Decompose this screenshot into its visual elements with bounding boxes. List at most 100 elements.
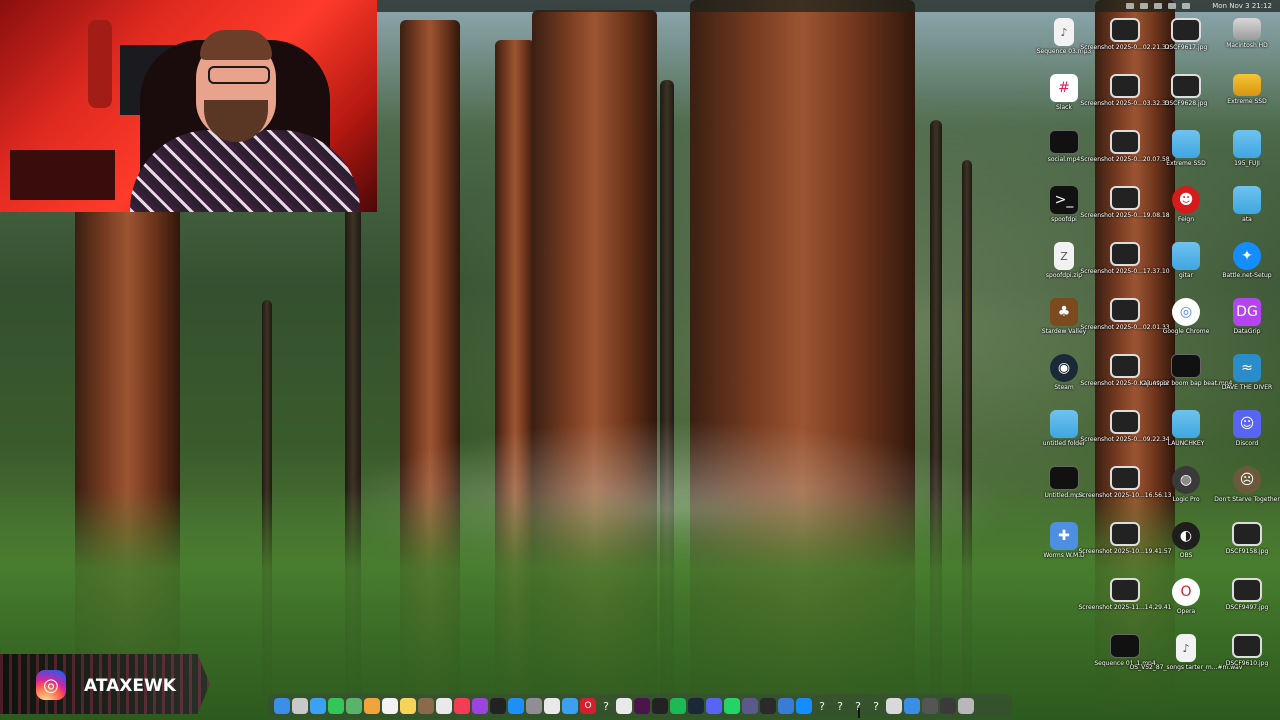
desktop-icon[interactable]: gitar (1154, 242, 1218, 298)
desktop-icon[interactable]: Screenshot 2025-0...02.21.32 (1080, 18, 1170, 74)
chrome2-icon[interactable] (616, 698, 632, 714)
dock: O????? (268, 694, 1012, 718)
menubar-clock[interactable]: Mon Nov 3 21:12 (1212, 0, 1272, 12)
battlenet-icon[interactable] (796, 698, 812, 714)
mouse-cursor (858, 708, 866, 718)
terminal-icon[interactable] (652, 698, 668, 714)
desktop-icon[interactable]: Extreme SSD (1215, 74, 1279, 130)
desktop-icon[interactable]: Screenshot 2025-0...02.01.33 (1080, 298, 1170, 354)
notes-icon[interactable] (400, 698, 416, 714)
desktop-icon[interactable]: DSCF9617.jpg (1154, 18, 1218, 74)
slack-icon: # (1050, 74, 1078, 102)
desktop-icon[interactable]: ◎ Google Chrome (1154, 298, 1218, 354)
instagram-handle: ATAXEWK (84, 676, 176, 696)
preview-icon[interactable] (886, 698, 902, 714)
desktop-icon-label: Opera (1176, 608, 1196, 615)
desktop-icon-label: Steam (1054, 384, 1074, 391)
tv-icon[interactable] (490, 698, 506, 714)
chrome-icon[interactable] (544, 698, 560, 714)
photos-icon[interactable] (364, 698, 380, 714)
desktop-icon[interactable]: DSCF9158.jpg (1215, 522, 1279, 578)
dave-diver-icon: ≈ (1233, 354, 1261, 382)
desktop-icon[interactable]: DSCF9610.jpg (1215, 634, 1279, 690)
desktop-icon[interactable]: O Opera (1154, 578, 1218, 634)
opera-icon: O (1172, 578, 1200, 606)
desktop-icon-label: Don't Starve Together (1214, 496, 1280, 503)
discord-icon[interactable] (706, 698, 722, 714)
app-store-icon[interactable] (508, 698, 524, 714)
desktop-icon[interactable]: DG DataGrip (1215, 298, 1279, 354)
search-icon[interactable] (742, 698, 758, 714)
desktop-icon[interactable]: ♪ OS_V52_87_songs tarter_m...#m.wav (1130, 634, 1242, 690)
desktop-icon-label: Feign (1177, 216, 1195, 223)
whatsapp-icon[interactable] (724, 698, 740, 714)
help-icon3[interactable]: ? (832, 698, 848, 714)
desktop-icon-label: DSCF9158.jpg (1225, 548, 1269, 555)
folder-icon (1172, 410, 1200, 438)
messages-icon[interactable] (328, 698, 344, 714)
desktop-icon[interactable]: ◍ Logic Pro (1154, 466, 1218, 522)
desktop-icon[interactable]: Screenshot 2025-10...16.56.13 (1079, 466, 1172, 522)
desktop-icon[interactable]: Screenshot 2025-10...19.41.57 (1079, 522, 1172, 578)
image-file-icon (1232, 522, 1262, 546)
desktop-icon[interactable]: Extreme SSD (1154, 130, 1218, 186)
help-icon5[interactable]: ? (868, 698, 884, 714)
obs-icon: ◐ (1172, 522, 1200, 550)
desktop-icon-label: Logic Pro (1172, 496, 1200, 503)
podcasts-icon[interactable] (472, 698, 488, 714)
launch-arrow-icon[interactable] (778, 698, 794, 714)
desktop-icon[interactable]: Macintosh HD (1215, 18, 1279, 74)
desktop-icon[interactable]: ata (1215, 186, 1279, 242)
mail-icon[interactable] (310, 698, 326, 714)
recent-icon[interactable] (922, 698, 938, 714)
desktop-icon[interactable]: ≈ DAVE THE DIVER (1215, 354, 1279, 410)
desktop-icon[interactable]: DSCF9497.jpg (1215, 578, 1279, 634)
desktop-icon[interactable]: Kajunspor boom bap beat.mp4 (1140, 354, 1232, 410)
calendar-icon[interactable] (382, 698, 398, 714)
launchpad-icon[interactable] (292, 698, 308, 714)
desktop-icon[interactable]: DSCF9628.jpg (1154, 74, 1218, 130)
settings-icon[interactable] (526, 698, 542, 714)
maps-icon[interactable] (346, 698, 362, 714)
desktop-icon[interactable]: ☺ Discord (1215, 410, 1279, 466)
slack-icon[interactable] (634, 698, 650, 714)
desktop-icon[interactable]: ◐ OBS (1154, 522, 1218, 578)
battlenet-icon: ✦ (1233, 242, 1261, 270)
desktop-icon[interactable]: ✦ Battle.net-Setup (1215, 242, 1279, 298)
downloads-icon[interactable] (904, 698, 920, 714)
folder-icon (1050, 410, 1078, 438)
opera-icon[interactable]: O (580, 698, 596, 714)
screenshot-icon (1110, 466, 1140, 490)
desktop-icon[interactable]: Screenshot 2025-0...19.08.18 (1080, 186, 1170, 242)
notes-icon2[interactable] (436, 698, 452, 714)
finder-icon[interactable] (274, 698, 290, 714)
finder2-icon[interactable] (418, 698, 434, 714)
desktop-icon[interactable]: LAUNCHKEY (1154, 410, 1218, 466)
desktop-icon-label: DSCF9617.jpg (1164, 44, 1208, 51)
desktop-icon[interactable]: Sequence 01_1.mp4 (1093, 634, 1157, 690)
help-icon[interactable]: ? (598, 698, 614, 714)
desktop-icon[interactable]: Screenshot 2025-0...20.07.58 (1080, 130, 1170, 186)
trash-icon[interactable] (958, 698, 974, 714)
status-tray[interactable] (1126, 3, 1190, 9)
steam-icon: ◉ (1050, 354, 1078, 382)
desktop-icon[interactable]: ☹ Don't Starve Together (1214, 466, 1280, 522)
spotify-icon[interactable] (670, 698, 686, 714)
desktop-icon[interactable]: Screenshot 2025-11...14.29.41 (1079, 578, 1172, 634)
music-icon[interactable] (454, 698, 470, 714)
feign-icon: ☻ (1172, 186, 1200, 214)
steam-icon[interactable] (688, 698, 704, 714)
terminal-exec-icon: >_ (1050, 186, 1078, 214)
audio-file-icon: ♪ (1176, 634, 1196, 662)
desktop-icon[interactable]: Screenshot 2025-0...17.37.10 (1080, 242, 1170, 298)
desktop-icon-label: DataGrip (1233, 328, 1261, 335)
desktop-icon[interactable]: ☻ Feign (1154, 186, 1218, 242)
stacks-icon[interactable] (940, 698, 956, 714)
desktop-icon[interactable]: 195_FUJI (1215, 130, 1279, 186)
safari-icon[interactable] (562, 698, 578, 714)
obs-icon[interactable] (760, 698, 776, 714)
help-icon2[interactable]: ? (814, 698, 830, 714)
desktop-icon[interactable]: Screenshot 2025-0...03.32.35 (1080, 74, 1170, 130)
desktop-icon[interactable]: Screenshot 2025-0...09.22.34 (1080, 410, 1170, 466)
discord-icon: ☺ (1233, 410, 1261, 438)
